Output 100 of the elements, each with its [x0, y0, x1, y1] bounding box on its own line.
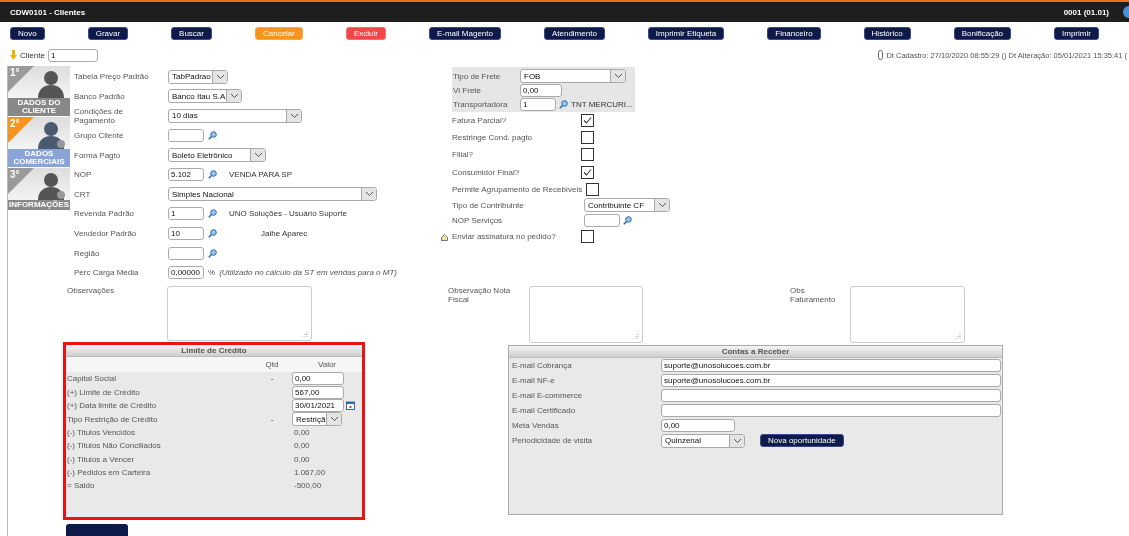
email-field[interactable] — [661, 389, 1001, 402]
caret-icon — [614, 74, 622, 78]
amount-value: 0,00 — [293, 427, 310, 437]
email-field[interactable]: suporte@unosolucoes.com.br — [661, 359, 1001, 372]
dropdown[interactable]: Banco Itau S.A. — [168, 89, 242, 104]
search-icon[interactable] — [208, 229, 217, 239]
toolbar-button[interactable]: Imprimir — [1054, 26, 1099, 40]
field-label: E-mail Cobrança — [512, 361, 573, 370]
panel-title: Limite de Crédito — [66, 345, 362, 357]
toolbar-button[interactable]: Gravar — [87, 26, 129, 40]
hint-text: (Utilizado no cálculo da ST em vendas para o MT) — [219, 268, 397, 278]
person-silhouette-icon — [36, 170, 66, 200]
client-label: Cliente — [20, 50, 45, 60]
dropdown[interactable]: Restriçã — [292, 412, 342, 427]
house-icon — [441, 233, 448, 241]
amount-value: 0,00 — [293, 441, 310, 451]
email-field[interactable] — [661, 404, 1001, 417]
code-field[interactable] — [168, 246, 204, 260]
dropdown[interactable]: Quinzenal — [661, 433, 745, 448]
row-label: Tipo Restrição de Crédito — [66, 414, 159, 424]
amount-value: 1.067,00 — [293, 467, 326, 477]
search-icon[interactable] — [208, 170, 217, 180]
toolbar-button[interactable]: Bonificação — [953, 26, 1012, 40]
amount-value: 0,00 — [293, 454, 310, 464]
dropdown[interactable]: 10 dias — [168, 109, 302, 123]
toolbar-button[interactable]: Atendimento — [543, 26, 605, 40]
toolbar-button[interactable]: Excluir — [345, 26, 386, 40]
toolbar-button[interactable]: Financeiro — [767, 26, 821, 40]
option-label: Permite Agrupamento de Recebíveis — [452, 184, 583, 194]
percent-field[interactable]: 0,00000 — [168, 266, 204, 280]
checkbox[interactable] — [586, 182, 600, 196]
checkbox[interactable] — [581, 114, 594, 128]
toolbar-button[interactable]: E-mail Magento — [428, 26, 501, 40]
step-tab[interactable]: 3° INFORMAÇÕES — [8, 168, 70, 210]
paperclip-icon — [878, 50, 884, 60]
checkbox[interactable] — [581, 165, 594, 179]
company-code: 0001 (01.01) — [1063, 7, 1109, 17]
search-icon[interactable] — [208, 248, 217, 258]
toolbar-button[interactable]: Novo — [10, 26, 45, 40]
amount-field[interactable]: 567,00 — [292, 385, 344, 399]
calendar-icon[interactable] — [346, 400, 355, 410]
notes-label: Observação Nota Fiscal — [448, 286, 512, 304]
freight-value-field[interactable]: 0,00 — [520, 83, 562, 97]
field-label: Meta Vendas — [512, 421, 560, 430]
search-icon[interactable] — [559, 99, 568, 109]
row-label: (+) Limite de Crédito — [66, 387, 141, 397]
qty-value: - — [270, 414, 274, 424]
caret-icon — [290, 114, 298, 118]
toolbar-button[interactable]: Buscar — [171, 26, 212, 40]
column-header: Qtd — [264, 360, 280, 369]
option-label: Filial? — [452, 150, 474, 160]
checkbox[interactable] — [581, 230, 594, 244]
caret-icon — [216, 74, 224, 79]
corner-flag-icon — [8, 168, 34, 194]
field-label: E-mail NF-e — [512, 376, 556, 385]
field-label: Revenda Padrão — [74, 209, 136, 219]
dropdown[interactable]: FOB — [520, 69, 626, 83]
help-icon[interactable] — [1121, 6, 1129, 18]
field-label: Região — [74, 248, 101, 258]
arrow-down-icon — [10, 50, 17, 60]
toolbar-button[interactable]: Imprimir Etiqueta — [647, 26, 725, 40]
code-field[interactable]: 10 — [168, 227, 204, 241]
option-label: NOP Serviços — [452, 215, 504, 225]
search-icon[interactable] — [208, 209, 217, 219]
field-label: Periodicidade de visita — [512, 436, 594, 445]
checkbox[interactable] — [581, 148, 594, 162]
field-label: Transportadora — [452, 99, 509, 109]
search-icon[interactable] — [208, 131, 217, 141]
caret-icon — [330, 417, 338, 422]
code-field[interactable]: 1 — [168, 207, 204, 221]
corner-flag-icon — [8, 66, 34, 92]
search-icon[interactable] — [623, 215, 632, 225]
field-label: Perc Carga Média — [74, 268, 140, 278]
checkbox[interactable] — [581, 131, 594, 145]
caret-icon — [230, 94, 238, 99]
caret-icon — [658, 203, 666, 208]
client-field[interactable]: 1 — [47, 48, 98, 62]
code-field[interactable] — [584, 213, 620, 227]
dropdown[interactable]: Simples Nacional — [168, 187, 377, 202]
code-field[interactable]: 5.102 — [168, 168, 204, 182]
dropdown[interactable]: Boleto Eletrônico — [168, 148, 266, 163]
field-label: E-mail Certificado — [512, 406, 577, 415]
email-field[interactable]: suporte@unosolucoes.com.br — [661, 374, 1001, 387]
amount-field[interactable]: 0,00 — [292, 372, 344, 386]
dropdown[interactable]: Contribuinte CF — [584, 198, 670, 213]
row-label: (+) Data limite de Crédito — [66, 400, 158, 410]
code-field[interactable] — [168, 129, 204, 143]
resize-grip-icon — [633, 333, 639, 339]
step-tab[interactable]: 1° DADOS DO CLIENTE — [8, 66, 70, 116]
dropdown[interactable]: TabPadrao — [168, 69, 228, 84]
field-label: Tabela Preço Padrão — [74, 72, 150, 82]
code-field[interactable]: 1 — [520, 97, 556, 111]
toolbar-button[interactable]: Histórico — [863, 26, 911, 40]
field-label: Condições de Pagamento — [74, 107, 124, 125]
sales-goal-field[interactable]: 0,00 — [661, 419, 735, 432]
notes-label: Obs Faturamento — [790, 286, 837, 304]
resize-grip-icon — [302, 331, 308, 337]
caret-icon — [733, 438, 741, 443]
field-label: CRT — [74, 189, 92, 199]
new-opportunity-button[interactable]: Nova oportunidade — [760, 434, 844, 447]
